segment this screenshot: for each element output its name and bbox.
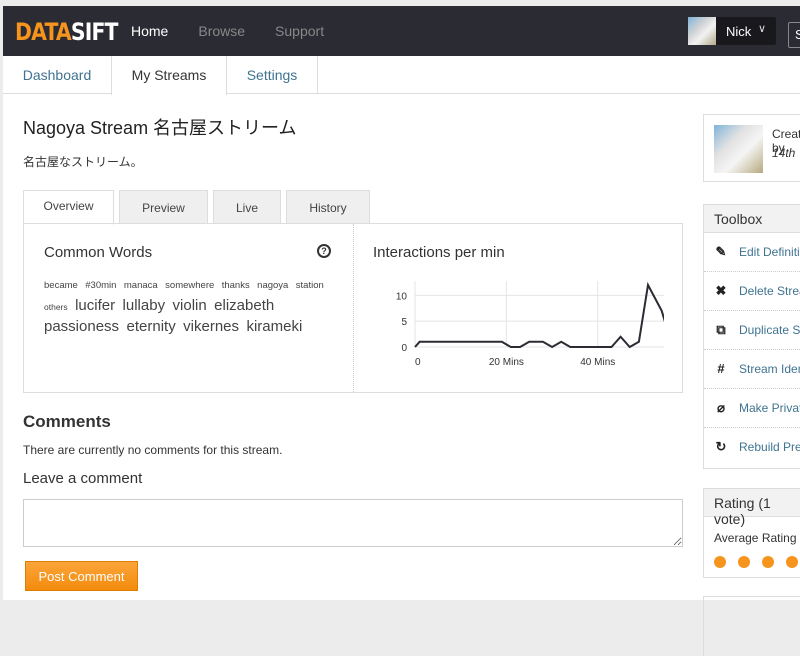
word-5: nagoya — [257, 280, 288, 291]
user-menu[interactable]: Nick ∨ — [688, 17, 776, 45]
sub-navigation: Dashboard My Streams Settings — [3, 56, 800, 94]
duplicate-icon: ⧉ — [714, 322, 728, 338]
word-6: station — [296, 280, 324, 291]
main-nav: Home Browse Support — [131, 23, 354, 39]
y-tick-label-1: 5 — [401, 317, 407, 328]
tab-live[interactable]: Live — [213, 190, 281, 224]
rating-dot-1[interactable] — [738, 556, 750, 568]
hash-icon: # — [714, 361, 728, 376]
top-navbar: DATASIFT Home Browse Support Nick ∨ S — [3, 6, 800, 56]
word-2: manaca — [124, 280, 158, 291]
panel-divider — [353, 224, 354, 392]
nav-browse[interactable]: Browse — [198, 23, 245, 39]
x-tick-label-1: 20 Mins — [489, 357, 524, 368]
word-3: somewhere — [165, 280, 214, 291]
word-4: thanks — [222, 280, 250, 291]
word-1: #30min — [85, 280, 116, 291]
x-tick-label-2: 40 Mins — [580, 357, 615, 368]
chevron-down-icon: ∨ — [758, 22, 766, 35]
word-11: elizabeth — [214, 297, 274, 314]
tab-dashboard[interactable]: Dashboard — [3, 56, 111, 94]
rating-stars[interactable] — [714, 556, 800, 568]
page-title: Nagoya Stream 名古屋ストリーム — [23, 114, 297, 140]
common-words-title: Common Words — [44, 244, 152, 261]
word-cloud: became #30min manaca somewhere thanks na… — [44, 274, 334, 337]
word-12: passioness — [44, 318, 119, 335]
close-icon: ✖ — [714, 283, 728, 299]
word-15: kirameki — [246, 318, 302, 335]
word-0: became — [44, 280, 78, 291]
help-icon[interactable]: ? — [317, 244, 331, 258]
tool-delete-stream[interactable]: ✖Delete Stream — [704, 272, 800, 311]
pencil-icon: ✎ — [714, 244, 728, 260]
rating-title: Rating (1 vote) — [704, 489, 800, 517]
toolbox: Toolbox ✎Edit Definition ✖Delete Stream … — [703, 204, 800, 469]
word-9: lullaby — [123, 297, 166, 314]
word-14: vikernes — [183, 318, 239, 335]
interactions-chart: 0 5 10 0 20 Mins 40 Mins — [364, 269, 664, 374]
creator-avatar[interactable] — [714, 125, 763, 173]
tab-settings[interactable]: Settings — [227, 56, 317, 94]
chart-title: Interactions per min — [373, 244, 505, 261]
sidebar-box — [703, 596, 800, 656]
user-name: Nick — [726, 24, 751, 39]
created-date: 14th — [772, 146, 795, 160]
word-13: eternity — [127, 318, 176, 335]
average-rating-label: Average Rating — [714, 531, 797, 545]
x-tick-label-0: 0 — [415, 357, 421, 368]
tab-overview[interactable]: Overview — [23, 190, 114, 225]
main-content: Dashboard My Streams Settings Nagoya Str… — [3, 56, 800, 600]
no-comments-text: There are currently no comments for this… — [23, 443, 282, 457]
word-10: violin — [173, 297, 207, 314]
creator-box: Created by 14th — [703, 114, 800, 182]
rating-dot-3[interactable] — [786, 556, 798, 568]
post-comment-button[interactable]: Post Comment — [25, 561, 138, 591]
word-8: lucifer — [75, 297, 115, 314]
y-tick-label-2: 10 — [396, 291, 408, 302]
stream-description: 名古屋なストリーム。 — [23, 153, 143, 170]
tab-my-streams[interactable]: My Streams — [111, 56, 227, 95]
tab-separator — [317, 56, 318, 94]
eye-slash-icon: ⌀ — [714, 400, 728, 416]
tab-history[interactable]: History — [286, 190, 370, 224]
leave-comment-label: Leave a comment — [23, 470, 142, 487]
tool-edit-definition[interactable]: ✎Edit Definition — [704, 233, 800, 272]
toolbox-title: Toolbox — [704, 205, 800, 233]
comments-heading: Comments — [23, 412, 111, 432]
rating-dot-2[interactable] — [762, 556, 774, 568]
series-line — [415, 285, 664, 347]
rating-box: Rating (1 vote) Average Rating — [703, 488, 800, 578]
nav-home[interactable]: Home — [131, 23, 168, 39]
word-7: others — [44, 302, 68, 312]
tool-make-private[interactable]: ⌀Make Private — [704, 389, 800, 428]
tool-stream-identifier[interactable]: #Stream Identifier — [704, 350, 800, 389]
user-avatar — [688, 17, 716, 45]
nav-support[interactable]: Support — [275, 23, 324, 39]
refresh-icon: ↻ — [714, 439, 728, 455]
overview-panel: Common Words ? became #30min manaca some… — [23, 223, 683, 393]
tool-rebuild-preview[interactable]: ↻Rebuild Preview — [704, 428, 800, 467]
datasift-logo[interactable]: DATASIFT — [15, 20, 118, 44]
signout-button[interactable]: S — [788, 22, 800, 48]
tool-duplicate-stream[interactable]: ⧉Duplicate Stream — [704, 311, 800, 350]
rating-dot-0[interactable] — [714, 556, 726, 568]
y-tick-label-0: 0 — [401, 343, 407, 354]
tab-preview[interactable]: Preview — [119, 190, 208, 224]
comment-input[interactable] — [23, 499, 683, 547]
